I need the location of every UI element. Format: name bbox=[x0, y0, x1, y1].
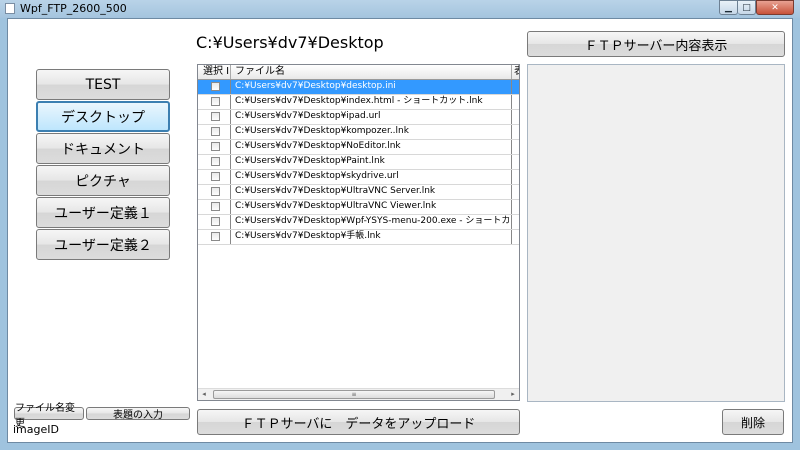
row-checkbox[interactable] bbox=[211, 97, 220, 106]
row-checkbox[interactable] bbox=[211, 217, 220, 226]
table-row[interactable]: C:¥Users¥dv7¥Desktop¥Wpf-YSYS-menu-200.e… bbox=[198, 215, 519, 230]
scroll-right-arrow[interactable]: ▸ bbox=[507, 389, 519, 400]
filename-cell: C:¥Users¥dv7¥Desktop¥Paint.lnk bbox=[231, 155, 512, 169]
table-row[interactable]: C:¥Users¥dv7¥Desktop¥UltraVNC Viewer.lnk bbox=[198, 200, 519, 215]
table-row[interactable]: C:¥Users¥dv7¥Desktop¥手帳.lnk bbox=[198, 230, 519, 245]
table-row[interactable]: C:¥Users¥dv7¥Desktop¥skydrive.url bbox=[198, 170, 519, 185]
table-row[interactable]: C:¥Users¥dv7¥Desktop¥ipad.url bbox=[198, 110, 519, 125]
select-cell bbox=[198, 80, 231, 94]
select-cell bbox=[198, 140, 231, 154]
table-row[interactable]: C:¥Users¥dv7¥Desktop¥NoEditor.lnk bbox=[198, 140, 519, 155]
select-cell bbox=[198, 95, 231, 109]
filename-cell: C:¥Users¥dv7¥Desktop¥UltraVNC Server.lnk bbox=[231, 185, 512, 199]
filename-cell: C:¥Users¥dv7¥Desktop¥手帳.lnk bbox=[231, 230, 512, 244]
filename-cell: C:¥Users¥dv7¥Desktop¥NoEditor.lnk bbox=[231, 140, 512, 154]
column-header-filename[interactable]: ファイル名 bbox=[231, 65, 512, 79]
upload-button[interactable]: ＦＴＰサーバに データをアップロード bbox=[197, 409, 520, 435]
table-row[interactable]: C:¥Users¥dv7¥Desktop¥desktop.ini bbox=[198, 80, 519, 95]
table-row[interactable]: C:¥Users¥dv7¥Desktop¥kompozer..lnk bbox=[198, 125, 519, 140]
title-input-button[interactable]: 表題の入力 bbox=[86, 407, 190, 421]
image-id-label: imageID bbox=[13, 423, 59, 436]
filename-cell: C:¥Users¥dv7¥Desktop¥kompozer..lnk bbox=[231, 125, 512, 139]
maximize-button[interactable]: □ bbox=[738, 0, 756, 15]
minimize-button[interactable]: ▁ bbox=[719, 0, 738, 15]
select-cell bbox=[198, 110, 231, 124]
column-header-select[interactable]: 選択 I bbox=[198, 65, 231, 79]
row-checkbox[interactable] bbox=[211, 112, 220, 121]
rename-file-button[interactable]: ファイル名変更 bbox=[14, 403, 84, 429]
sidebar-item-desktop[interactable]: デスクトップ bbox=[36, 101, 170, 132]
current-path-label: C:¥Users¥dv7¥Desktop bbox=[196, 33, 384, 52]
filename-cell: C:¥Users¥dv7¥Desktop¥Wpf-YSYS-menu-200.e… bbox=[231, 215, 512, 229]
table-row[interactable]: C:¥Users¥dv7¥Desktop¥UltraVNC Server.lnk bbox=[198, 185, 519, 200]
ftp-server-view-button[interactable]: ＦＴＰサーバー内容表示 bbox=[527, 31, 785, 57]
sidebar-item-user-defined-2[interactable]: ユーザー定義２ bbox=[36, 229, 170, 260]
sidebar-item-pictures[interactable]: ピクチャ bbox=[36, 165, 170, 196]
row-checkbox[interactable] bbox=[211, 82, 220, 91]
grid-rows: C:¥Users¥dv7¥Desktop¥desktop.ini C:¥Users… bbox=[198, 80, 519, 245]
filename-cell: C:¥Users¥dv7¥Desktop¥skydrive.url bbox=[231, 170, 512, 184]
file-grid[interactable]: 選択 I ファイル名 表 C:¥Users¥dv7¥Desktop¥deskto… bbox=[197, 64, 520, 401]
select-cell bbox=[198, 185, 231, 199]
row-checkbox[interactable] bbox=[211, 127, 220, 136]
select-cell bbox=[198, 170, 231, 184]
select-cell bbox=[198, 155, 231, 169]
select-cell bbox=[198, 125, 231, 139]
grid-header: 選択 I ファイル名 表 bbox=[198, 65, 519, 80]
window-title: Wpf_FTP_2600_500 bbox=[20, 2, 127, 15]
app-icon bbox=[5, 3, 15, 14]
row-checkbox[interactable] bbox=[211, 202, 220, 211]
scroll-thumb[interactable]: ≡ bbox=[213, 390, 495, 399]
row-checkbox[interactable] bbox=[211, 232, 220, 241]
row-checkbox[interactable] bbox=[211, 142, 220, 151]
filename-cell: C:¥Users¥dv7¥Desktop¥UltraVNC Viewer.lnk bbox=[231, 200, 512, 214]
sidebar-item-test[interactable]: TEST bbox=[36, 69, 170, 100]
filename-cell: C:¥Users¥dv7¥Desktop¥index.html - ショートカッ… bbox=[231, 95, 512, 109]
select-cell bbox=[198, 215, 231, 229]
row-checkbox[interactable] bbox=[211, 187, 220, 196]
table-row[interactable]: C:¥Users¥dv7¥Desktop¥index.html - ショートカッ… bbox=[198, 95, 519, 110]
filename-cell: C:¥Users¥dv7¥Desktop¥ipad.url bbox=[231, 110, 512, 124]
table-row[interactable]: C:¥Users¥dv7¥Desktop¥Paint.lnk bbox=[198, 155, 519, 170]
window-controls: ▁ □ ✕ bbox=[719, 0, 794, 16]
delete-button[interactable]: 削除 bbox=[722, 409, 784, 435]
client-area: TEST デスクトップ ドキュメント ピクチャ ユーザー定義１ ユーザー定義２ … bbox=[7, 18, 793, 443]
close-button[interactable]: ✕ bbox=[756, 0, 794, 15]
select-cell bbox=[198, 230, 231, 244]
scroll-left-arrow[interactable]: ◂ bbox=[198, 389, 210, 400]
sidebar-item-user-defined-1[interactable]: ユーザー定義１ bbox=[36, 197, 170, 228]
row-checkbox[interactable] bbox=[211, 172, 220, 181]
select-cell bbox=[198, 200, 231, 214]
title-bar[interactable]: Wpf_FTP_2600_500 ▁ □ ✕ bbox=[0, 0, 800, 18]
sidebar-item-documents[interactable]: ドキュメント bbox=[36, 133, 170, 164]
column-header-extra[interactable]: 表 bbox=[512, 65, 519, 79]
ftp-content-panel bbox=[527, 64, 785, 402]
filename-cell: C:¥Users¥dv7¥Desktop¥desktop.ini bbox=[231, 80, 512, 94]
row-checkbox[interactable] bbox=[211, 157, 220, 166]
horizontal-scrollbar[interactable]: ◂ ≡ ▸ bbox=[198, 388, 519, 400]
